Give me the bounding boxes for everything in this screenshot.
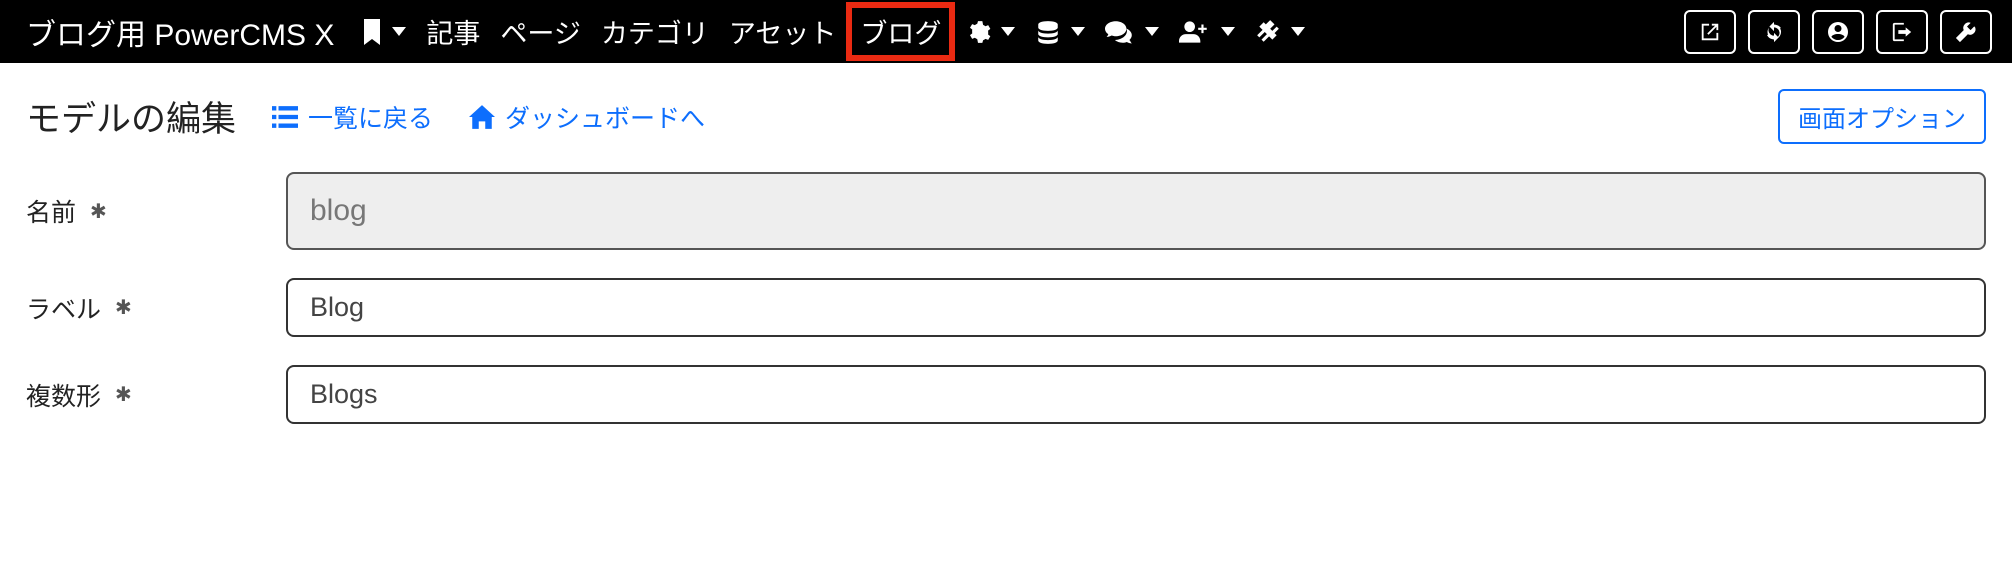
page-header: モデルの編集 一覧に戻る ダッシュボードへ 画面オプション <box>26 89 1986 144</box>
nav-label: ページ <box>500 12 580 51</box>
user-circle-icon <box>1826 20 1850 44</box>
brand-title: ブログ用 PowerCMS X <box>26 10 334 54</box>
refresh-button[interactable] <box>1748 10 1800 54</box>
link-label: 一覧に戻る <box>308 99 433 135</box>
list-icon <box>272 106 298 128</box>
content-area: モデルの編集 一覧に戻る ダッシュボードへ 画面オプション 名前 ✱ ラベル ✱ <box>0 63 2012 478</box>
right-toolbar <box>1684 10 1992 54</box>
input-plural[interactable] <box>286 365 1986 424</box>
link-label: ダッシュボードへ <box>505 99 705 135</box>
user-plus-icon <box>1179 19 1211 45</box>
refresh-icon <box>1762 21 1786 43</box>
nav-item-blog[interactable]: ブログ <box>846 2 955 61</box>
bookmark-icon <box>362 19 382 45</box>
nav-items: 記事 ページ カテゴリ アセット ブログ <box>352 2 1315 61</box>
nav-label: カテゴリ <box>601 12 709 51</box>
required-mark: ✱ <box>90 199 107 224</box>
label-text: ラベル <box>26 290 101 326</box>
database-icon <box>1035 19 1061 45</box>
caret-down-icon <box>1291 27 1305 36</box>
form-row-name: 名前 ✱ <box>26 172 1986 250</box>
top-navigation: ブログ用 PowerCMS X 記事 ページ カテゴリ アセット ブログ <box>0 0 2012 63</box>
comments-menu[interactable] <box>1095 13 1169 51</box>
dashboard-link[interactable]: ダッシュボードへ <box>469 99 705 135</box>
logout-button[interactable] <box>1876 10 1928 54</box>
nav-item-category[interactable]: カテゴリ <box>591 6 719 57</box>
label-text: 複数形 <box>26 377 101 413</box>
nav-item-article[interactable]: 記事 <box>416 6 490 57</box>
form-row-plural: 複数形 ✱ <box>26 365 1986 424</box>
external-link-button[interactable] <box>1684 10 1736 54</box>
nav-item-asset[interactable]: アセット <box>719 6 846 57</box>
caret-down-icon <box>1001 27 1015 36</box>
caret-down-icon <box>1071 27 1085 36</box>
tools-button[interactable] <box>1940 10 1992 54</box>
plug-icon <box>1255 19 1281 45</box>
caret-down-icon <box>392 27 406 36</box>
wrench-icon <box>1955 21 1977 43</box>
nav-label: アセット <box>729 12 836 51</box>
page-title: モデルの編集 <box>26 91 236 142</box>
gear-icon <box>965 19 991 45</box>
plugins-menu[interactable] <box>1245 13 1315 51</box>
nav-label: ブログ <box>860 12 941 51</box>
form-row-label: ラベル ✱ <box>26 278 1986 337</box>
input-name[interactable] <box>286 172 1986 250</box>
input-label[interactable] <box>286 278 1986 337</box>
required-mark: ✱ <box>115 295 132 320</box>
comments-icon <box>1105 19 1135 45</box>
external-link-icon <box>1699 21 1721 43</box>
required-mark: ✱ <box>115 382 132 407</box>
nav-label: 記事 <box>426 12 480 51</box>
caret-down-icon <box>1221 27 1235 36</box>
home-icon <box>469 105 495 129</box>
label-plural: 複数形 ✱ <box>26 377 286 413</box>
label-label: ラベル ✱ <box>26 290 286 326</box>
caret-down-icon <box>1145 27 1159 36</box>
users-menu[interactable] <box>1169 13 1245 51</box>
sign-out-icon <box>1890 21 1914 43</box>
bookmark-menu[interactable] <box>352 13 416 51</box>
screen-options-button[interactable]: 画面オプション <box>1778 89 1986 144</box>
label-name: 名前 ✱ <box>26 193 286 229</box>
user-button[interactable] <box>1812 10 1864 54</box>
nav-item-page[interactable]: ページ <box>490 6 590 57</box>
settings-menu[interactable] <box>955 13 1025 51</box>
database-menu[interactable] <box>1025 13 1095 51</box>
label-text: 名前 <box>26 193 76 229</box>
back-to-list-link[interactable]: 一覧に戻る <box>272 99 433 135</box>
